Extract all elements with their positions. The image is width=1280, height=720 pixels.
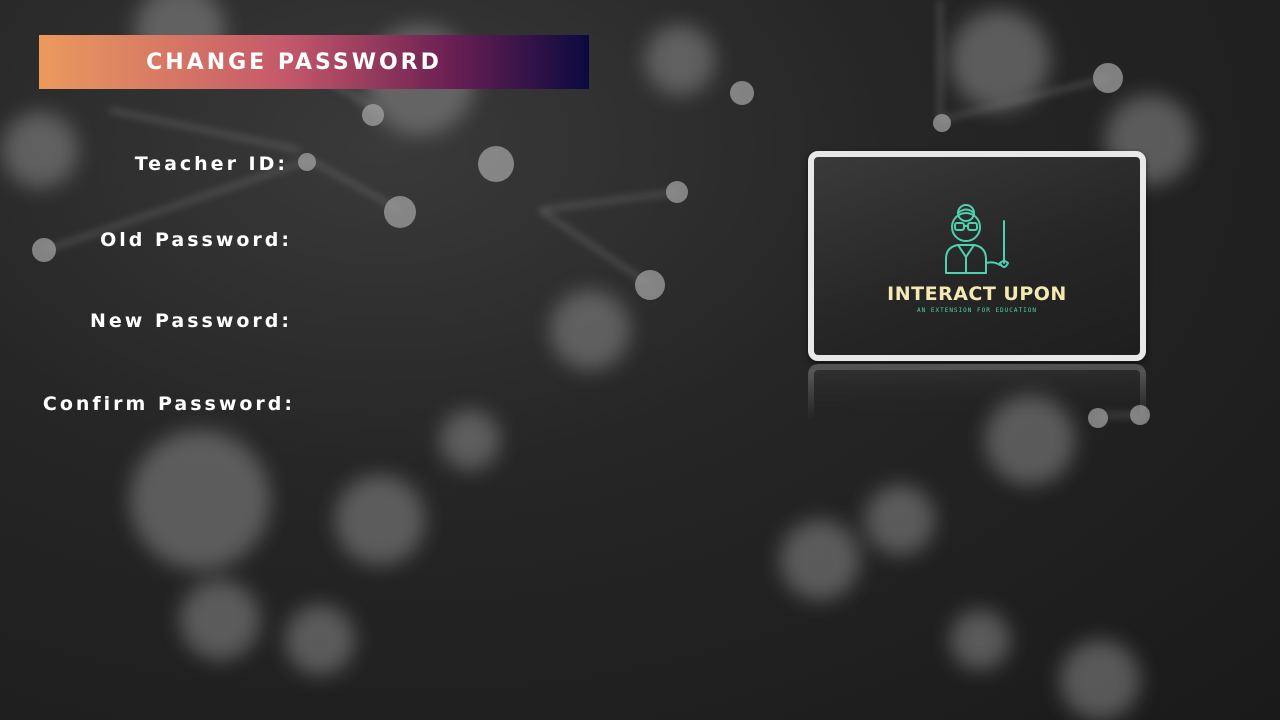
old-password-input[interactable] (305, 226, 689, 258)
old-password-label: Old Password: (100, 229, 292, 251)
new-password-label: New Password: (90, 310, 292, 332)
teacher-id-label: Teacher ID: (134, 153, 288, 175)
teacher-icon (945, 204, 1009, 274)
logo-reflection (808, 364, 1146, 420)
confirm-password-input[interactable] (305, 390, 689, 422)
page-title: CHANGE PASSWORD (146, 49, 442, 75)
logo-title: INTERACT UPON (887, 283, 1067, 305)
interact-upon-logo-card: INTERACT UPON AN EXTENSION FOR EDUCATION (808, 151, 1146, 361)
page-title-banner: CHANGE PASSWORD (39, 35, 589, 89)
change-password-screen: CHANGE PASSWORD Teacher ID: Old Password… (0, 0, 1280, 720)
new-password-input[interactable] (305, 307, 689, 339)
logo-subtitle: AN EXTENSION FOR EDUCATION (917, 307, 1037, 314)
confirm-password-label: Confirm Password: (42, 393, 295, 415)
teacher-id-input[interactable] (305, 150, 689, 182)
